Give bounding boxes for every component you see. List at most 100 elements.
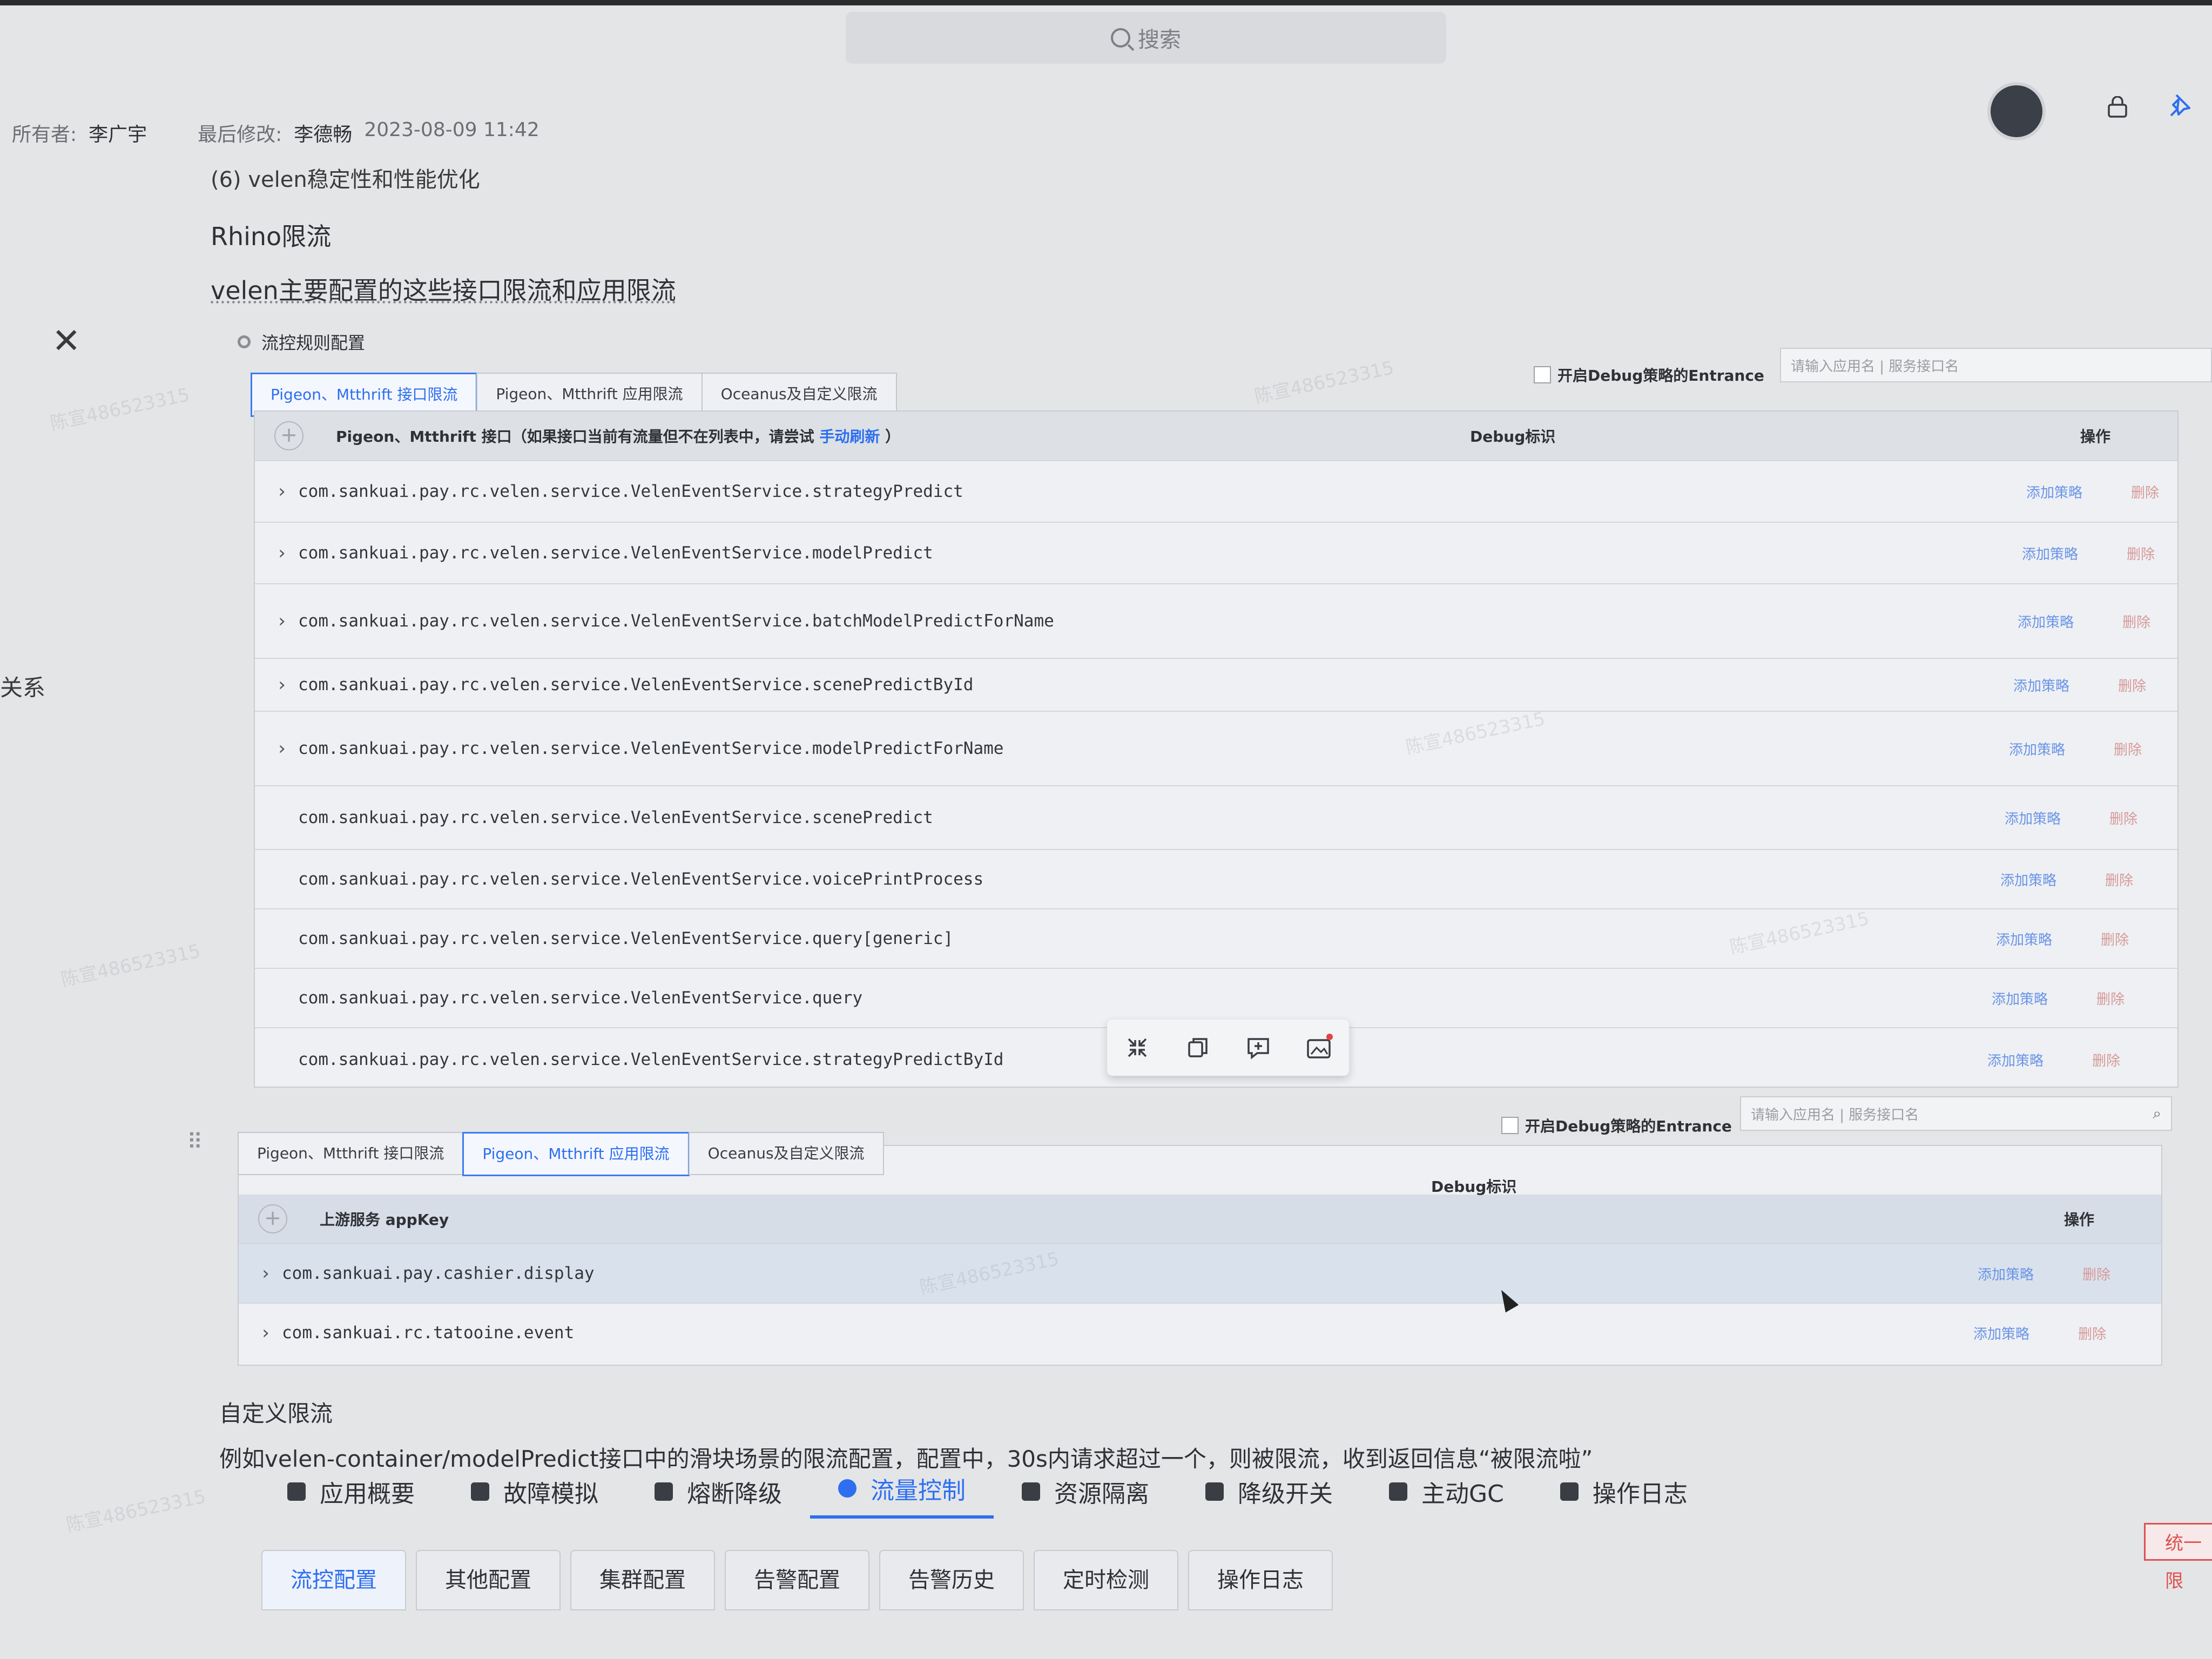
delete-link[interactable]: 删除 (2118, 675, 2146, 695)
search-icon[interactable]: ⌕ (2153, 1104, 2161, 1123)
tab-operation-log[interactable]: 操作日志 (1188, 1550, 1333, 1610)
delete-link[interactable]: 删除 (2131, 482, 2159, 502)
add-strategy-link[interactable]: 添加策略 (2018, 611, 2074, 631)
chevron-right-icon[interactable]: › (266, 610, 298, 632)
add-strategy-link[interactable]: 添加策略 (1992, 988, 2048, 1008)
screenshot-icon[interactable] (1304, 1033, 1334, 1063)
delete-link[interactable]: 删除 (2127, 543, 2155, 563)
search-bar[interactable]: 搜索 (846, 12, 1446, 64)
table-row[interactable]: › com.sankuai.rc.tatooine.event 添加策略 删除 (239, 1303, 2161, 1362)
rule-config-header: 流控规则配置 (238, 329, 365, 354)
chevron-right-icon[interactable]: › (266, 674, 298, 696)
table-row[interactable]: › com.sankuai.pay.rc.velen.service.VelenE… (255, 583, 2177, 658)
table-row[interactable]: com.sankuai.pay.rc.velen.service.VelenEv… (255, 785, 2177, 849)
watermark: 陈宣486523315 (59, 940, 203, 991)
tab-flow-config[interactable]: 流控配置 (261, 1550, 406, 1610)
delete-link[interactable]: 删除 (2122, 611, 2150, 631)
tab-cluster-config[interactable]: 集群配置 (570, 1550, 715, 1610)
checkbox-box[interactable] (1534, 366, 1551, 383)
add-strategy-link[interactable]: 添加策略 (1996, 929, 2052, 949)
row-actions: 添加策略 删除 (2022, 543, 2155, 563)
delete-link[interactable]: 删除 (2101, 929, 2129, 949)
nav-circuit-breaker[interactable]: 熔断降级 (626, 1465, 810, 1519)
row-actions: 添加策略 删除 (2013, 675, 2146, 695)
debug-entrance-checkbox[interactable]: 开启Debug策略的Entrance (1534, 364, 1764, 386)
delete-link[interactable]: 删除 (2078, 1323, 2106, 1343)
tab-other-config[interactable]: 其他配置 (416, 1550, 561, 1610)
app-limit-table: + 上游服务 appKey 操作 › com.sankuai.pay.cashie… (238, 1145, 2162, 1366)
add-strategy-link[interactable]: 添加策略 (1973, 1323, 2029, 1343)
tab-oceanus-limit[interactable]: Oceanus及自定义限流 (688, 1132, 884, 1175)
collapse-icon[interactable] (1122, 1033, 1152, 1063)
table-row[interactable]: com.sankuai.pay.rc.velen.service.VelenEv… (255, 849, 2177, 908)
tab-app-limit[interactable]: Pigeon、Mtthrift 应用限流 (462, 1132, 690, 1176)
copy-icon[interactable] (1183, 1033, 1213, 1063)
header-interface-text: Pigeon、Mtthrift 接口（如果接口当前有流量但不在列表中，请尝试 (336, 428, 820, 446)
chevron-right-icon[interactable]: › (266, 542, 298, 564)
add-strategy-link[interactable]: 添加策略 (1987, 1050, 2044, 1070)
nav-resource-isolation[interactable]: 资源隔离 (994, 1465, 1177, 1519)
nav-label: 主动GC (1421, 1480, 1504, 1508)
debug-entrance-checkbox-2[interactable]: 开启Debug策略的Entrance (1501, 1115, 1732, 1136)
tab-alert-history[interactable]: 告警历史 (879, 1550, 1024, 1610)
nav-label: 资源隔离 (1054, 1480, 1149, 1508)
add-strategy-link[interactable]: 添加策略 (2009, 739, 2065, 759)
close-icon[interactable]: ✕ (52, 324, 81, 359)
nav-active-gc[interactable]: 主动GC (1361, 1465, 1532, 1519)
service-search-input-2[interactable]: 请输入应用名 | 服务接口名 ⌕ (1740, 1096, 2172, 1131)
chevron-right-icon[interactable]: › (266, 481, 298, 502)
header-debug-col: Debug标识 (1470, 428, 1556, 446)
grid-icon (287, 1482, 306, 1501)
delete-link[interactable]: 删除 (2092, 1050, 2120, 1070)
tab-app-limit[interactable]: Pigeon、Mtthrift 应用限流 (476, 373, 703, 416)
nav-fault-simulation[interactable]: 故障模拟 (443, 1465, 626, 1519)
add-strategy-link[interactable]: 添加策略 (2005, 808, 2061, 828)
nav-app-overview[interactable]: 应用概要 (259, 1465, 443, 1519)
tab-scheduled-check[interactable]: 定时检测 (1034, 1550, 1178, 1610)
modified-by[interactable]: 李德畅 (294, 119, 352, 147)
owner-name[interactable]: 李广宇 (89, 119, 147, 147)
add-strategy-link[interactable]: 添加策略 (1978, 1264, 2034, 1284)
comment-add-icon[interactable] (1243, 1033, 1273, 1063)
table-row[interactable]: com.sankuai.pay.rc.velen.service.VelenEv… (255, 968, 2177, 1027)
chevron-right-icon[interactable]: › (249, 1322, 282, 1344)
add-strategy-link[interactable]: 添加策略 (2026, 482, 2082, 502)
delete-link[interactable]: 删除 (2109, 808, 2137, 828)
chevron-right-icon[interactable]: › (249, 1263, 282, 1284)
tab-interface-limit[interactable]: Pigeon、Mtthrift 接口限流 (238, 1132, 464, 1175)
checkbox-box[interactable] (1501, 1117, 1519, 1134)
add-strategy-link[interactable]: 添加策略 (2013, 675, 2069, 695)
tab-oceanus-limit[interactable]: Oceanus及自定义限流 (701, 373, 897, 416)
nav-operation-log[interactable]: 操作日志 (1532, 1465, 1716, 1519)
table-row[interactable]: › com.sankuai.pay.rc.velen.service.VelenE… (255, 658, 2177, 711)
table-row[interactable]: › com.sankuai.pay.cashier.display 添加策略 删除 (239, 1243, 2161, 1303)
chevron-right-icon[interactable]: › (266, 738, 298, 759)
unified-limit-badge[interactable]: 统一限 (2144, 1523, 2212, 1592)
add-icon[interactable]: + (274, 421, 304, 450)
table-row[interactable]: › com.sankuai.pay.rc.velen.service.VelenE… (255, 711, 2177, 785)
doc-heading-rhino: Rhino限流 (211, 222, 332, 251)
add-icon[interactable]: + (258, 1204, 287, 1233)
delete-link[interactable]: 删除 (2114, 739, 2142, 759)
delete-link[interactable]: 删除 (2096, 988, 2125, 1008)
tab-alert-config[interactable]: 告警配置 (725, 1550, 869, 1610)
table-row[interactable]: › com.sankuai.pay.rc.velen.service.VelenE… (255, 460, 2177, 522)
service-search-input[interactable]: 请输入应用名 | 服务接口名 (1780, 348, 2212, 382)
table-row[interactable]: com.sankuai.pay.rc.velen.service.VelenEv… (255, 908, 2177, 968)
add-strategy-link[interactable]: 添加策略 (2022, 543, 2078, 563)
lock-icon[interactable] (2106, 96, 2129, 118)
search-icon (1111, 28, 1130, 48)
avatar[interactable] (1987, 82, 2046, 140)
drag-handle-icon[interactable]: ⠿ (187, 1130, 204, 1155)
delete-link[interactable]: 删除 (2105, 869, 2133, 889)
manual-refresh-link[interactable]: 手动刷新 (819, 428, 880, 446)
umbrella-icon (1389, 1482, 1407, 1501)
add-strategy-link[interactable]: 添加策略 (2000, 869, 2056, 889)
interface-name: com.sankuai.pay.rc.velen.service.VelenEv… (298, 988, 863, 1008)
nav-degrade-switch[interactable]: 降级开关 (1177, 1465, 1361, 1519)
top-edge (0, 0, 2212, 5)
nav-flow-control[interactable]: 流量控制 (810, 1461, 994, 1519)
delete-link[interactable]: 删除 (2082, 1264, 2110, 1284)
pin-icon[interactable] (2166, 92, 2193, 122)
table-row[interactable]: › com.sankuai.pay.rc.velen.service.VelenE… (255, 522, 2177, 583)
